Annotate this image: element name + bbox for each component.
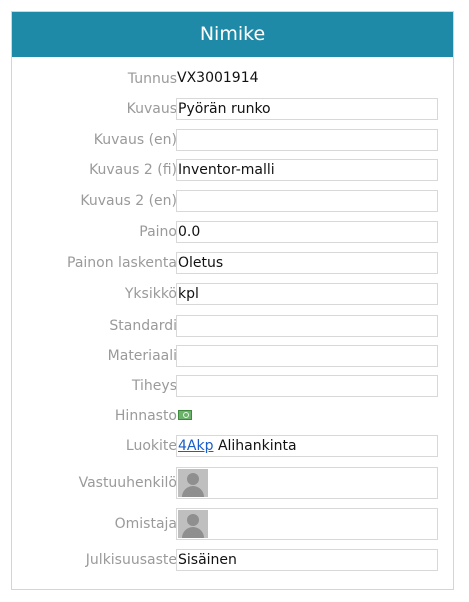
kuvaus-en-field[interactable] — [176, 129, 438, 151]
field-label: Tiheys — [131, 378, 177, 394]
kuvaus2-fi-field[interactable]: Inventor-malli — [176, 159, 438, 181]
field-label: Yksikkö — [124, 286, 177, 302]
vastuuhenkilo-field[interactable] — [176, 467, 438, 499]
field-label: Omistaja — [114, 516, 177, 532]
materiaali-field[interactable] — [176, 345, 438, 367]
field-label: Julkisuusaste — [85, 552, 177, 568]
painon-laskenta-field[interactable]: Oletus — [176, 252, 438, 274]
luokite-link[interactable]: 4Akp — [178, 438, 213, 454]
field-label: Kuvaus 2 (fi) — [89, 162, 177, 178]
standardi-field[interactable] — [176, 315, 438, 337]
panel-title: Nimike — [12, 12, 453, 57]
field-label: Tunnus — [127, 71, 177, 87]
field-label: Kuvaus — [126, 101, 177, 117]
price-list-icon[interactable] — [178, 410, 192, 420]
user-avatar-icon — [178, 469, 208, 497]
yksikko-field[interactable]: kpl — [176, 283, 438, 305]
omistaja-field[interactable] — [176, 508, 438, 540]
luokite-field: 4Akp Alihankinta — [176, 435, 438, 457]
field-label: Painon laskenta — [67, 255, 177, 271]
luokite-value: Alihankinta — [217, 438, 297, 454]
field-label: Standardi — [109, 318, 177, 334]
kuvaus2-en-field[interactable] — [176, 190, 438, 212]
field-label: Kuvaus (en) — [93, 132, 177, 148]
tiheys-field[interactable] — [176, 375, 438, 397]
paino-field[interactable]: 0.0 — [176, 221, 438, 243]
user-avatar-icon — [178, 510, 208, 538]
field-label: Luokite — [125, 438, 177, 454]
field-label: Materiaali — [107, 348, 177, 364]
item-panel: Nimike Tunnus VX3001914 Kuvaus Pyörän ru… — [11, 11, 454, 590]
field-label: Hinnasto — [114, 408, 177, 424]
hinnasto-value — [176, 405, 438, 427]
field-label: Paino — [139, 224, 177, 240]
kuvaus-field[interactable]: Pyörän runko — [176, 98, 438, 120]
field-label: Vastuuhenkilö — [78, 475, 177, 491]
tunnus-value: VX3001914 — [177, 70, 259, 86]
field-label: Kuvaus 2 (en) — [80, 193, 177, 209]
julkisuusaste-field[interactable]: Sisäinen — [176, 549, 438, 571]
